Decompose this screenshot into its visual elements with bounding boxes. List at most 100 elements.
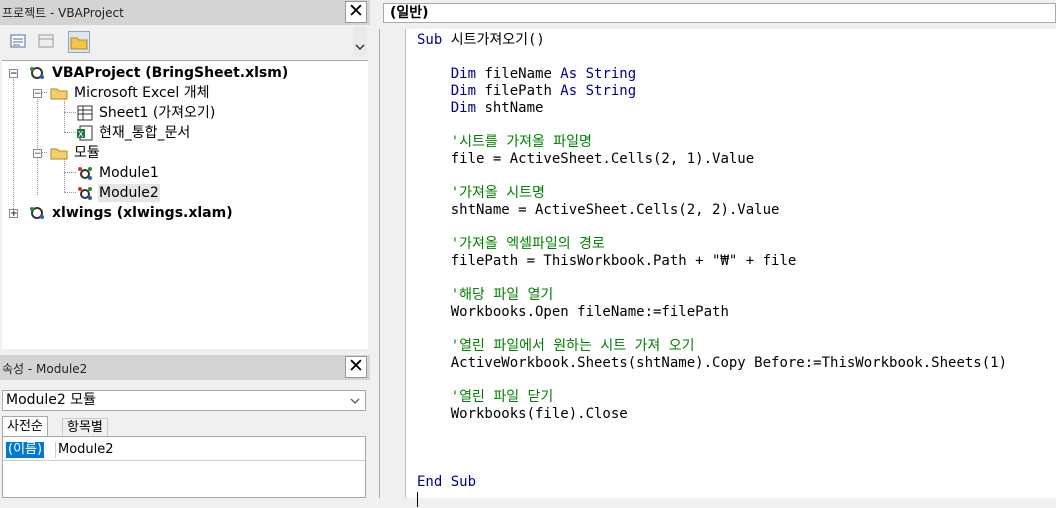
code-line[interactable]	[417, 372, 1007, 389]
tree-item-module1[interactable]: Module1	[2, 163, 368, 183]
code-comment: '열린 파일에서 원하는 시트 가져 오기	[450, 338, 695, 354]
properties-pane: 속성 - Module2 ✕ Module2 모듈 사전순 항목별 (이름) M…	[0, 355, 370, 498]
code-line[interactable]: shtName = ActiveSheet.Cells(2, 2).Value	[417, 202, 1007, 219]
tab-alphabetic[interactable]: 사전순	[2, 416, 48, 436]
code-line[interactable]: '시트를 가져올 파일명	[417, 134, 1007, 151]
tree-item-excel-objects[interactable]: − Microsoft Excel 개체	[2, 83, 368, 103]
code-editor[interactable]: Sub 시트가져오기() Dim fileName As String Dim …	[417, 32, 1007, 508]
project-explorer-titlebar: 프로젝트 - VBAProject ✕	[0, 0, 370, 25]
open-folder-icon	[50, 85, 68, 101]
code-line[interactable]	[417, 270, 1007, 287]
property-grid: (이름) Module2	[2, 436, 366, 498]
collapse-toggle[interactable]: −	[33, 89, 42, 99]
code-line[interactable]: '열린 파일에서 원하는 시트 가져 오기	[417, 338, 1007, 355]
tree-item-modules-folder[interactable]: − 모듈	[2, 143, 368, 163]
code-line[interactable]: End Sub	[417, 474, 1007, 491]
collapse-toggle[interactable]: −	[9, 69, 18, 79]
close-properties-button[interactable]: ✕	[345, 356, 367, 378]
tree-item-vbaproject[interactable]: − VBAProject (BringSheet.xlsm)	[2, 63, 368, 83]
code-window[interactable]: Sub 시트가져오기() Dim fileName As String Dim …	[379, 29, 1056, 507]
project-tree: − VBAProject (BringSheet.xlsm) − Microso…	[2, 60, 368, 349]
general-object-value: (일반)	[390, 5, 429, 21]
code-keyword: Sub	[417, 32, 451, 48]
code-text: ActiveWorkbook.Sheets(shtName).Copy Befo…	[450, 355, 1008, 371]
object-selector-value: Module2 모듈	[6, 392, 97, 408]
toolbar-scrollbar[interactable]	[353, 27, 367, 57]
code-line[interactable]	[417, 117, 1007, 134]
code-text: shtName	[484, 100, 544, 116]
view-code-button[interactable]	[8, 31, 30, 53]
object-selector[interactable]: Module2 모듈	[2, 390, 366, 411]
tree-item-xlwings[interactable]: + xlwings (xlwings.xlam)	[2, 203, 368, 223]
code-text: file = ActiveSheet.Cells(2, 1).Value	[450, 151, 755, 167]
text-caret	[417, 491, 418, 507]
open-folder-icon	[50, 145, 68, 161]
close-project-explorer-button[interactable]: ✕	[345, 1, 367, 23]
view-object-button[interactable]	[36, 31, 58, 53]
worksheet-icon	[76, 105, 94, 121]
code-line[interactable]: filePath = ThisWorkbook.Path + "₩" + fil…	[417, 253, 1007, 270]
general-object-dropdown[interactable]: (일반)	[383, 3, 1056, 23]
code-text: filePath	[484, 83, 561, 99]
code-line[interactable]: Dim shtName	[417, 100, 1007, 117]
code-line[interactable]: ActiveWorkbook.Sheets(shtName).Copy Befo…	[417, 355, 1007, 372]
code-line[interactable]: Workbooks.Open fileName:=filePath	[417, 304, 1007, 321]
tree-item-sheet1[interactable]: Sheet1 (가져오기)	[2, 103, 368, 123]
tab-categorized[interactable]: 항목별	[62, 418, 108, 436]
tree-item-label: 모듈	[74, 145, 100, 161]
code-line[interactable]	[417, 440, 1007, 457]
code-line[interactable]	[417, 457, 1007, 474]
code-line[interactable]	[417, 423, 1007, 440]
code-comment: '열린 파일 닫기	[450, 389, 554, 405]
code-keyword: End Sub	[417, 474, 477, 490]
code-line[interactable]: Sub 시트가져오기()	[417, 32, 1007, 49]
properties-title: 속성 - Module2	[2, 362, 88, 376]
project-explorer-title: 프로젝트 - VBAProject	[2, 6, 124, 20]
code-line[interactable]	[417, 321, 1007, 338]
code-line[interactable]: Dim fileName As String	[417, 66, 1007, 83]
code-text: fileName	[484, 66, 561, 82]
code-line[interactable]: '가져올 엑셀파일의 경로	[417, 236, 1007, 253]
code-line[interactable]: '해당 파일 열기	[417, 287, 1007, 304]
code-line[interactable]: '가져올 시트명	[417, 185, 1007, 202]
code-line[interactable]	[417, 219, 1007, 236]
code-line[interactable]: '열린 파일 닫기	[417, 389, 1007, 406]
code-line[interactable]: Workbooks(file).Close	[417, 406, 1007, 423]
folder-icon	[70, 37, 88, 50]
property-key: (이름)	[6, 442, 45, 458]
chevron-down-icon	[355, 44, 365, 51]
tree-item-label: Sheet1 (가져오기)	[99, 105, 216, 121]
code-margin-bar[interactable]	[380, 29, 406, 498]
project-explorer-pane: 프로젝트 - VBAProject ✕ − VBAProject (BringS…	[0, 0, 370, 350]
code-keyword: Dim	[450, 83, 485, 99]
code-line[interactable]	[417, 49, 1007, 66]
code-line[interactable]: Dim filePath As String	[417, 83, 1007, 100]
close-icon: ✕	[348, 0, 364, 22]
toggle-folders-button[interactable]	[68, 31, 90, 53]
code-text: Workbooks(file).Close	[450, 406, 628, 422]
tree-item-module2[interactable]: Module2	[2, 183, 368, 203]
code-line[interactable]: file = ActiveSheet.Cells(2, 1).Value	[417, 151, 1007, 168]
collapse-toggle[interactable]: −	[33, 149, 42, 159]
code-line[interactable]	[417, 491, 1007, 508]
code-keyword: As String	[560, 83, 637, 99]
property-row-name[interactable]: (이름) Module2	[3, 441, 365, 461]
code-comment: '시트를 가져올 파일명	[450, 134, 592, 150]
expand-toggle[interactable]: +	[9, 209, 18, 219]
tree-item-thisworkbook[interactable]: X 현재_통합_문서	[2, 123, 368, 143]
module-icon	[76, 165, 94, 181]
tree-item-label: xlwings (xlwings.xlam)	[52, 205, 233, 221]
code-line[interactable]	[417, 168, 1007, 185]
property-value[interactable]: Module2	[55, 442, 114, 458]
code-comment: '가져올 엑셀파일의 경로	[450, 236, 605, 252]
vba-project-icon	[28, 65, 46, 81]
